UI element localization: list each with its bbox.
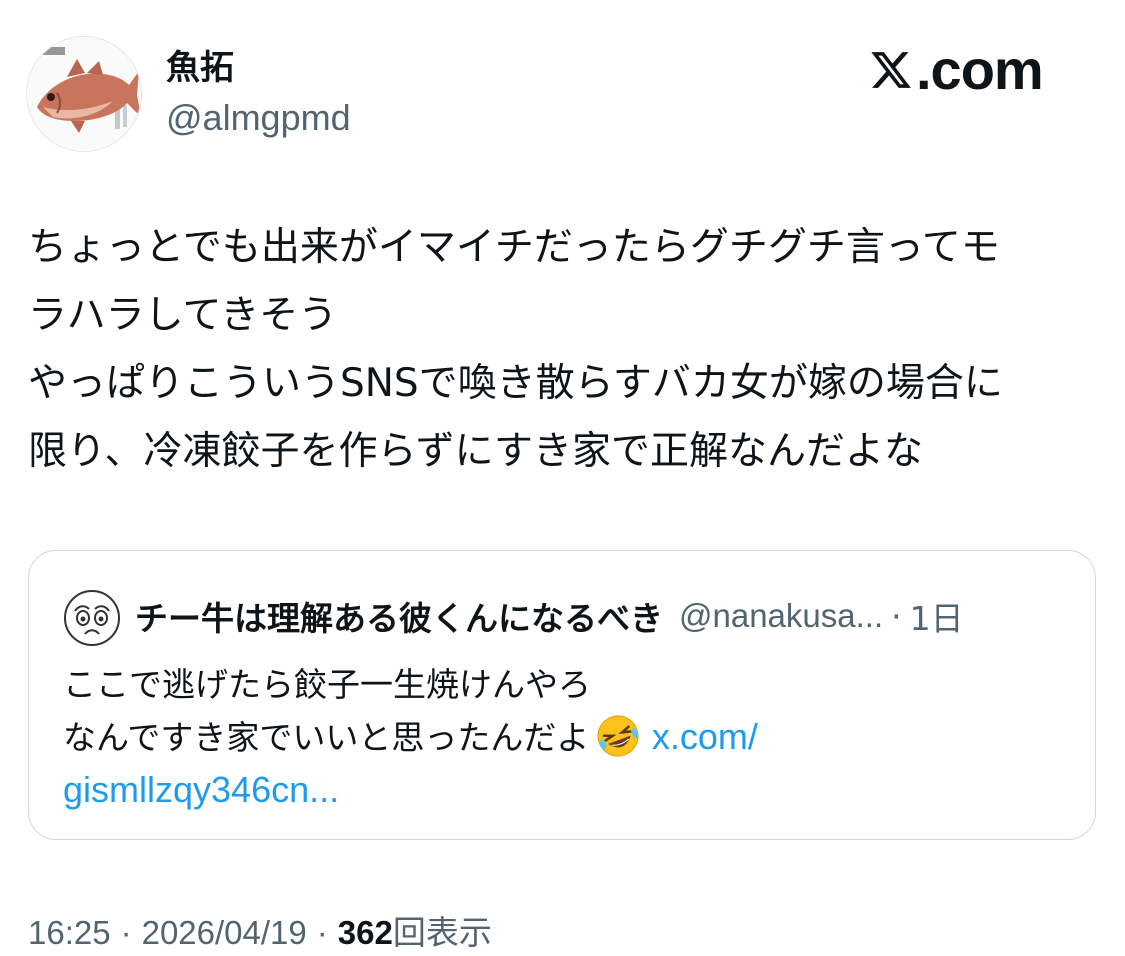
quote-body-line: gismllzqy346cn... <box>63 764 1063 817</box>
quote-header: チー牛は理解ある彼くんになるべき @nanakusa... · 1日 <box>135 591 964 641</box>
quote-display-name[interactable]: チー牛は理解ある彼くんになるべき <box>135 592 663 640</box>
quote-body-line: ここで逃げたら餃子一生焼けんやろ <box>63 665 591 704</box>
tweet-text-line: 限り、冷凍餃子を作らずにすき家で正解なんだよな <box>28 429 924 474</box>
quote-link[interactable]: x.com/ <box>652 716 758 757</box>
tweet-text-line: やっぱりこういうSNSで喚き散らすバカ女が嫁の場合に <box>28 361 1003 406</box>
author-handle[interactable]: @almgpmd <box>166 96 351 140</box>
quote-handle[interactable]: @nanakusa... <box>679 597 883 635</box>
views-count: 362 <box>337 914 393 951</box>
meta-separator: · <box>316 914 328 951</box>
tweet-text: ちょっとでも出来がイマイチだったらグチグチ言ってモ ラハラしてきそう やっぱりこ… <box>28 214 1108 486</box>
tweet-date[interactable]: 2026/04/19 <box>142 914 307 951</box>
quote-separator: · <box>891 596 902 636</box>
quote-link-continued[interactable]: gismllzqy346cn... <box>63 769 339 810</box>
quote-body-line: なんですき家でいいと思ったんだよ x.com/ <box>63 711 1063 764</box>
quote-body-text: なんですき家でいいと思ったんだよ <box>63 718 590 757</box>
worried-face-avatar-icon[interactable] <box>63 589 121 647</box>
quote-tweet-card[interactable]: チー牛は理解ある彼くんになるべき @nanakusa... · 1日 ここで逃げ… <box>28 550 1096 840</box>
tweet-time[interactable]: 16:25 <box>28 914 111 951</box>
tweet-text-line: ラハラしてきそう <box>28 293 338 338</box>
x-com-brand: .com <box>868 38 1044 101</box>
tweet-text-line: ちょっとでも出来がイマイチだったらグチグチ言ってモ <box>28 225 1000 270</box>
meta-separator: · <box>120 914 132 951</box>
x-logo-icon <box>871 52 911 88</box>
brand-text: .com <box>916 38 1044 101</box>
fish-tai-avatar-icon <box>27 37 141 151</box>
views-label: 回表示 <box>392 913 492 952</box>
quote-timestamp[interactable]: 1日 <box>910 592 964 640</box>
author-display-name[interactable]: 魚拓 <box>166 46 234 90</box>
rolling-on-floor-laughing-emoji <box>597 715 639 757</box>
tweet-meta: 16:25 · 2026/04/19 · 362回表示 <box>28 910 492 956</box>
quote-body: ここで逃げたら餃子一生焼けんやろ なんですき家でいいと思ったんだよ x.com/… <box>63 659 1063 817</box>
author-avatar[interactable] <box>26 36 142 152</box>
